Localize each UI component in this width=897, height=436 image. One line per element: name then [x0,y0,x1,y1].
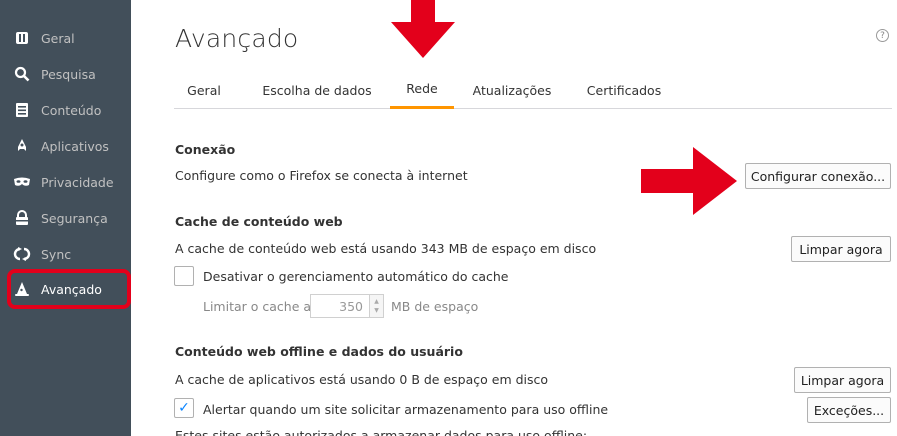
tab-escolha-de-dados[interactable]: Escolha de dados [248,71,386,109]
chevron-up-icon: ▲ [374,298,379,305]
sidebar-item-geral[interactable]: Geral [0,20,131,56]
tab-certificados[interactable]: Certificados [574,71,674,109]
sidebar-item-aplicativos[interactable]: Aplicativos [0,128,131,164]
tab-geral[interactable]: Geral [174,71,234,109]
disable-cache-management-label[interactable]: Desativar o gerenciamento automático do … [203,269,508,284]
cache-section-title: Cache de conteúdo web [175,214,343,229]
sidebar-item-label: Geral [41,30,75,46]
tab-rede[interactable]: Rede [390,71,454,109]
sidebar-item-label: Sync [41,246,72,262]
exceptions-button[interactable]: Exceções... [807,397,891,423]
offline-alert-label[interactable]: Alertar quando um site solicitar armazen… [203,402,608,417]
offline-alert-checkbox[interactable]: ✓ [174,398,194,418]
sidebar-item-label: Avançado [41,281,102,297]
limit-cache-label: Limitar o cache a [203,299,312,314]
cache-usage-text: A cache de conteúdo web está usando 343 … [175,241,597,256]
offline-section-title: Conteúdo web offline e dados do usuário [175,344,463,359]
sidebar-item-pesquisa[interactable]: Pesquisa [0,56,131,92]
chevron-down-icon: ▼ [374,307,379,314]
sidebar-item-privacidade[interactable]: Privacidade [0,164,131,200]
configure-connection-button[interactable]: Configurar conexão... [745,163,891,189]
document-icon [12,100,32,120]
sidebar-item-label: Privacidade [41,174,114,190]
connection-description: Configure como o Firefox se conecta à in… [175,168,468,183]
sidebar: Geral Pesquisa Conteúdo Aplicativos Priv… [0,0,131,436]
mask-icon [12,172,32,192]
sync-icon [12,244,32,264]
disable-cache-management-checkbox[interactable] [174,266,194,286]
clear-cache-button[interactable]: Limpar agora [791,236,891,262]
wizard-hat-icon [12,279,32,299]
cache-limit-input[interactable]: 350 [310,294,370,318]
search-icon [12,64,32,84]
sidebar-item-label: Aplicativos [41,138,109,154]
help-icon[interactable]: ? [876,29,889,42]
offline-usage-text: A cache de aplicativos está usando 0 B d… [175,372,549,387]
tab-bar: Geral Escolha de dados Rede Atualizações… [174,71,892,109]
limit-cache-unit: MB de espaço [391,299,479,314]
sidebar-item-label: Pesquisa [41,66,96,82]
offline-sites-label: Estes sites estão autorizados a armazena… [175,428,588,436]
checkmark-icon: ✓ [178,400,190,416]
sidebar-item-sync[interactable]: Sync [0,236,131,272]
tab-atualizacoes[interactable]: Atualizações [462,71,562,109]
sidebar-item-label: Segurança [41,210,108,226]
sidebar-item-avancado[interactable]: Avançado [0,271,131,307]
clear-offline-button[interactable]: Limpar agora [794,367,891,393]
arrow-down-annotation [391,0,455,58]
arrow-right-annotation [641,147,737,215]
rocket-icon [12,136,32,156]
general-icon [12,28,32,48]
sidebar-item-seguranca[interactable]: Segurança [0,200,131,236]
cache-limit-stepper[interactable]: ▲ ▼ [370,294,384,318]
lock-icon [12,208,32,228]
connection-section-title: Conexão [175,142,236,157]
page-title: Avançado [175,24,299,53]
sidebar-item-conteudo[interactable]: Conteúdo [0,92,131,128]
sidebar-item-label: Conteúdo [41,102,102,118]
